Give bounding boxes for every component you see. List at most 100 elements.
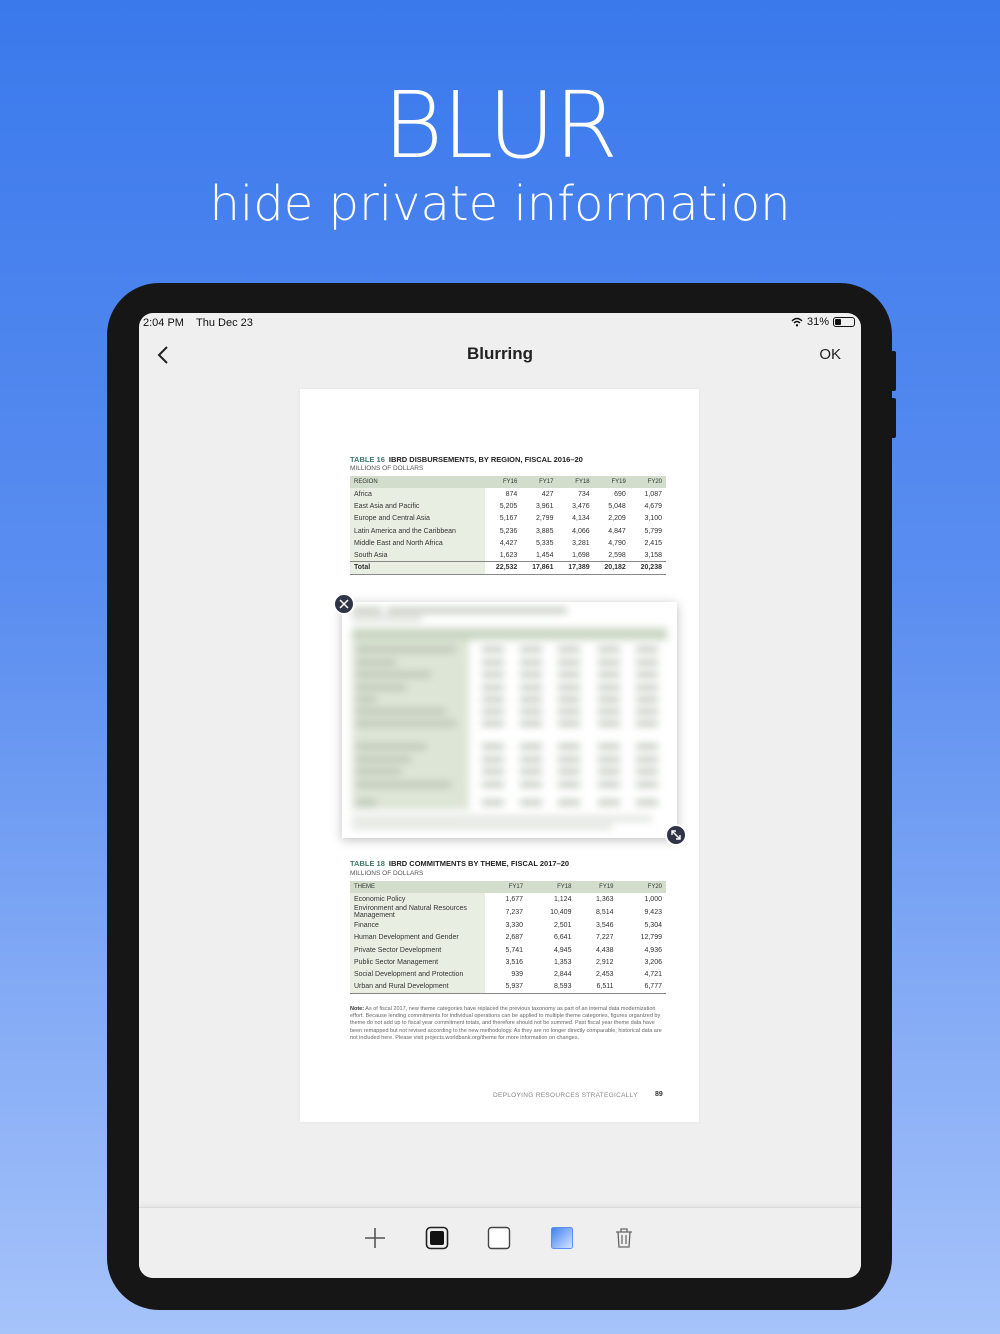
promo-subtitle: hide private information (209, 176, 791, 232)
table-header-row: THEME FY17 FY18 FY19 FY20 (350, 881, 666, 893)
blurred-value (520, 800, 542, 805)
blurred-line (356, 672, 431, 677)
blurred-value (636, 800, 658, 805)
blur-fill-button[interactable] (548, 1224, 576, 1252)
column-header: FY20 (629, 476, 666, 488)
blurred-value (482, 721, 504, 726)
table-cell: 3,516 (505, 958, 524, 966)
table16-title: TABLE 16 IBRD DISBURSEMENTS, BY REGION, F… (350, 455, 583, 464)
trash-icon (616, 1228, 632, 1248)
blurred-value (598, 757, 620, 762)
battery-fill (835, 319, 841, 325)
table-cell: 3,885 (535, 527, 554, 535)
blurred-value (482, 672, 504, 677)
blurred-value (558, 672, 580, 677)
table-cell: 4,721 (644, 971, 662, 979)
total-cell: 22,532 (485, 561, 522, 575)
table-cell: 4,936 (644, 946, 662, 954)
table-row: Urban and Rural Development 5,937 8,593 6,5… (350, 980, 666, 994)
blurred-value (520, 647, 542, 652)
blurred-value (598, 709, 620, 714)
remove-blur-button[interactable] (333, 593, 355, 615)
table-cell: 1,353 (553, 958, 572, 966)
table-row: South Asia 1,623 1,454 1,698 2,598 3,158 (350, 549, 666, 562)
add-blur-button[interactable] (361, 1224, 389, 1252)
blurred-value (636, 744, 658, 749)
table-cell: 10,409 (550, 908, 572, 916)
blurred-value (482, 697, 504, 702)
blurred-line (356, 660, 396, 665)
blurred-header (352, 628, 667, 640)
blurred-value (558, 660, 580, 665)
table-cell: 939 (511, 971, 524, 979)
blurred-value (520, 685, 542, 690)
note-label: Note: (350, 1006, 365, 1012)
row-label: Public Sector Management (350, 956, 485, 969)
ok-button[interactable]: OK (819, 346, 841, 363)
table-cell: 3,281 (572, 539, 590, 547)
blurred-value (598, 800, 620, 805)
table18-heading: IBRD COMMITMENTS BY THEME, FISCAL 2017–2… (388, 859, 570, 868)
table-cell: 5,167 (499, 515, 518, 523)
row-label: Economic Policy (350, 893, 485, 906)
table-cell: 2,912 (595, 958, 614, 966)
battery-icon (833, 317, 855, 327)
table-row: Public Sector Management 3,516 1,353 2,912 3… (350, 956, 666, 969)
blurred-value (482, 709, 504, 714)
table-cell: 2,415 (644, 539, 662, 547)
close-icon (339, 599, 349, 609)
blurred-value (636, 757, 658, 762)
column-header: FY18 (557, 476, 594, 488)
blurred-value (558, 709, 580, 714)
blurred-value (558, 769, 580, 774)
table-row: Latin America and the Caribbean 5,236 3,88… (350, 524, 666, 538)
blurred-value (636, 672, 658, 677)
blurred-value (558, 800, 580, 805)
plus-icon (365, 1228, 385, 1248)
blurred-line (352, 608, 382, 613)
table-cell: 3,206 (644, 958, 662, 966)
blurred-line (356, 782, 451, 787)
delete-button[interactable] (610, 1224, 638, 1252)
table-cell: 1,000 (644, 895, 662, 903)
column-header: FY19 (593, 476, 630, 488)
total-cell: 17,389 (557, 561, 594, 575)
blurred-line (352, 616, 422, 621)
blurred-line (356, 685, 406, 690)
column-header: THEME (350, 881, 485, 893)
blurred-value (482, 757, 504, 762)
blurred-line (356, 697, 376, 702)
table-cell: 3,330 (505, 921, 524, 929)
blurred-value (558, 685, 580, 690)
note-text: As of fiscal 2017, new theme categories … (350, 1006, 662, 1041)
blurred-value (636, 782, 658, 787)
black-fill-button[interactable] (423, 1224, 451, 1252)
white-fill-button[interactable] (485, 1224, 513, 1252)
blurred-line (387, 608, 567, 613)
blurred-value (482, 660, 504, 665)
table-cell: 2,598 (608, 551, 626, 559)
table-cell: 7,227 (595, 934, 614, 942)
table-cell: 7,237 (505, 908, 524, 916)
blurred-value (520, 757, 542, 762)
table-cell: 4,427 (499, 539, 518, 547)
table-row: Middle East and North Africa 4,427 5,335 3,… (350, 537, 666, 550)
blur-region[interactable] (342, 602, 677, 838)
blurred-value (558, 744, 580, 749)
blurred-value (520, 660, 542, 665)
resize-blur-handle[interactable] (665, 824, 687, 846)
blurred-line (356, 757, 411, 762)
table-cell: 1,623 (499, 551, 518, 559)
table-cell: 4,847 (608, 527, 626, 535)
row-label: Africa (350, 488, 486, 501)
black-square-icon (425, 1226, 449, 1250)
table-cell: 5,335 (535, 539, 554, 547)
table-cell: 3,961 (535, 502, 554, 510)
table-cell: 2,501 (553, 921, 572, 929)
blurred-value (482, 782, 504, 787)
blurred-value (482, 685, 504, 690)
blurred-value (598, 744, 620, 749)
table-cell: 5,799 (644, 527, 662, 535)
blurred-value (598, 647, 620, 652)
table-cell: 5,048 (608, 502, 626, 510)
